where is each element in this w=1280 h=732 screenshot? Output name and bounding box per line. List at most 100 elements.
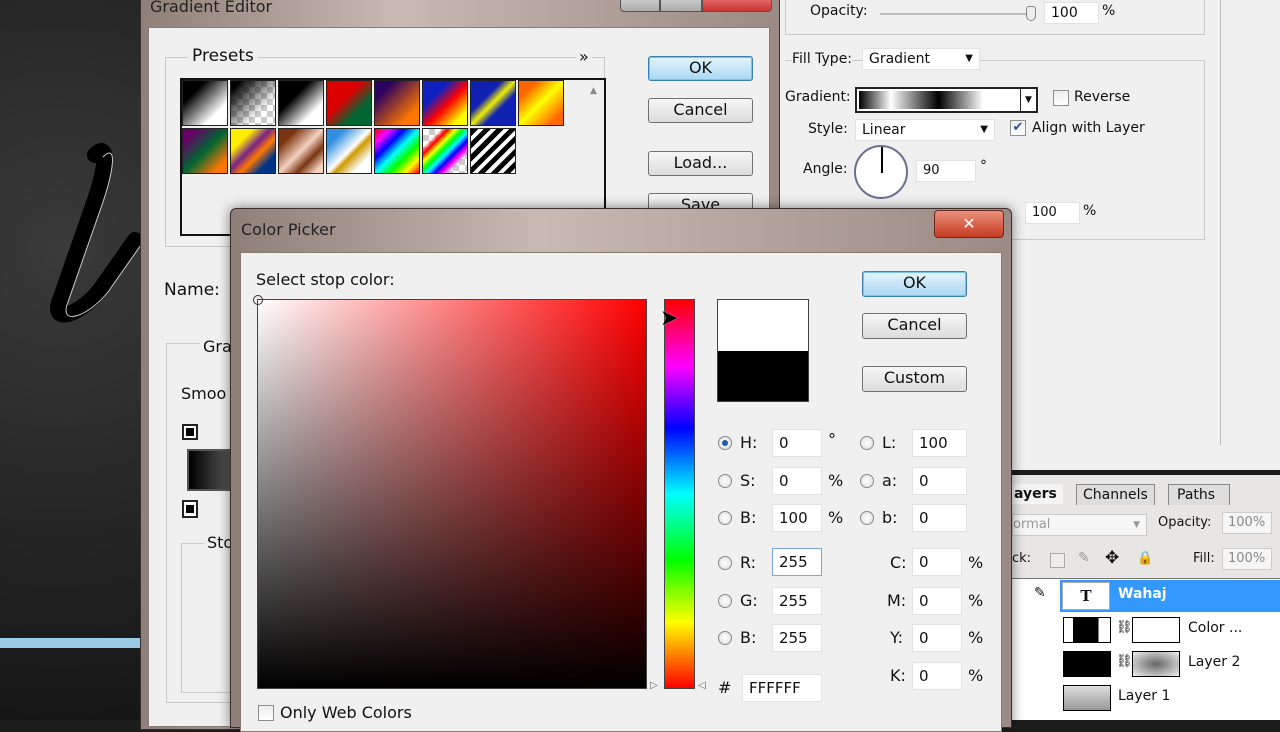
minimize-button[interactable] (620, 0, 660, 12)
preset-swatch[interactable] (230, 80, 276, 126)
reverse-checkbox[interactable] (1053, 90, 1069, 106)
g-input[interactable]: 255 (772, 587, 822, 615)
color-picker-cancel-button[interactable]: Cancel (862, 313, 967, 339)
maximize-button[interactable] (660, 0, 702, 12)
s-unit: % (828, 471, 844, 490)
preset-swatch[interactable] (470, 80, 516, 126)
radio-l[interactable] (860, 436, 874, 450)
hue-slider-right-arrow[interactable]: ◁ (698, 680, 706, 691)
m-input[interactable]: 0 (912, 587, 962, 615)
gradient-ok-button[interactable]: OK (648, 56, 753, 81)
s-input[interactable]: 0 (772, 467, 822, 495)
k-input[interactable]: 0 (912, 662, 962, 690)
scale-input[interactable]: 100 (1025, 202, 1080, 224)
only-web-colors-checkbox[interactable] (258, 705, 274, 721)
radio-brightness[interactable] (718, 511, 732, 525)
preset-swatch[interactable] (278, 80, 324, 126)
fill-type-dropdown[interactable]: Gradient ▼ (862, 48, 980, 70)
presets-menu-icon[interactable]: » (576, 47, 592, 66)
current-color-preview[interactable] (717, 351, 809, 402)
radio-h[interactable] (718, 436, 732, 450)
preset-swatch[interactable] (182, 80, 228, 126)
lock-label: ck: (1012, 551, 1032, 566)
slider-thumb[interactable] (1026, 6, 1036, 21)
tab-paths[interactable]: Paths (1168, 484, 1231, 505)
preset-swatch[interactable] (278, 128, 324, 174)
hue-slider-left-arrow[interactable]: ▷ (650, 680, 658, 691)
layer-row-layer-2[interactable]: ⛓ Layer 2 (1060, 648, 1280, 680)
y-input[interactable]: 0 (912, 624, 962, 652)
lab-b-input[interactable]: 0 (912, 504, 967, 532)
align-with-layer-label: Align with Layer (1032, 120, 1145, 136)
preset-swatch[interactable] (326, 80, 372, 126)
lock-all-icon[interactable]: 🔒 (1137, 551, 1153, 566)
preset-swatch[interactable] (182, 128, 228, 174)
radio-r[interactable] (718, 556, 732, 570)
blend-mode-dropdown[interactable]: ormal ▼ (1012, 514, 1147, 536)
scroll-up-icon[interactable]: ▲ (590, 86, 597, 96)
color-field[interactable] (253, 295, 647, 689)
gradient-preview-bar[interactable] (187, 449, 232, 491)
radio-s[interactable] (718, 474, 732, 488)
radio-g[interactable] (718, 594, 732, 608)
lock-transparent-icon[interactable] (1050, 553, 1065, 568)
brightness-label: B: (740, 508, 757, 527)
lab-b-label: b: (882, 508, 898, 527)
lock-move-icon[interactable]: ✥ (1105, 548, 1119, 568)
a-input[interactable]: 0 (912, 467, 967, 495)
color-picker-close-button[interactable]: ✕ (934, 210, 1004, 238)
opacity-stop-handle[interactable] (182, 424, 198, 440)
angle-dial[interactable] (854, 145, 908, 199)
h-input[interactable]: 0 (772, 429, 822, 457)
layer-thumbnail (1063, 651, 1111, 677)
angle-input[interactable]: 90 (916, 160, 976, 182)
align-with-layer-checkbox[interactable]: ✔ (1010, 120, 1026, 136)
h-label: H: (740, 433, 758, 452)
angle-label: Angle: (803, 161, 848, 177)
chevron-down-icon[interactable]: ▼ (1020, 89, 1036, 111)
color-picker-ok-button[interactable]: OK (862, 271, 967, 297)
hue-slider[interactable] (664, 299, 695, 689)
text-layer-icon: T (1062, 582, 1110, 610)
color-picker-custom-button[interactable]: Custom (862, 366, 967, 392)
preset-swatch[interactable] (470, 128, 516, 174)
h-unit: ° (828, 430, 836, 449)
layer-row-color-fill[interactable]: ⛓ Color ... (1060, 614, 1280, 646)
preset-swatch[interactable] (230, 128, 276, 174)
preset-swatch[interactable] (326, 128, 372, 174)
brightness-unit: % (828, 508, 844, 527)
radio-lab-b[interactable] (860, 511, 874, 525)
radio-b[interactable] (718, 631, 732, 645)
preset-swatch[interactable] (374, 128, 420, 174)
b-input[interactable]: 255 (772, 624, 822, 652)
gradient-load-button[interactable]: Load... (648, 151, 753, 176)
tab-layers[interactable]: ayers (1012, 484, 1063, 504)
brush-icon: ✎ (1034, 585, 1046, 601)
close-button[interactable] (702, 0, 772, 12)
layer-row-layer-1[interactable]: Layer 1 (1060, 682, 1280, 714)
style-dropdown[interactable]: Linear ▼ (855, 119, 995, 141)
preset-swatch[interactable] (422, 80, 468, 126)
color-stop-handle[interactable] (182, 500, 198, 518)
brightness-input[interactable]: 100 (772, 504, 822, 532)
lock-paint-icon[interactable]: ✎ (1078, 550, 1090, 566)
radio-a[interactable] (860, 474, 874, 488)
r-input[interactable]: 255 (772, 548, 822, 576)
gradient-picker[interactable]: ▼ (855, 87, 1038, 113)
g-label: G: (740, 591, 758, 610)
layers-opacity-input[interactable]: 100% (1222, 512, 1272, 534)
opacity-input[interactable]: 100 (1044, 2, 1099, 24)
l-input[interactable]: 100 (912, 429, 967, 457)
c-input[interactable]: 0 (912, 548, 962, 576)
preset-swatch[interactable] (374, 80, 420, 126)
fill-input[interactable]: 100% (1222, 548, 1272, 570)
hex-input[interactable]: FFFFFF (742, 674, 822, 702)
mouse-cursor-icon: ➤ (660, 306, 679, 331)
opacity-slider[interactable] (880, 6, 1036, 21)
gradient-cancel-button[interactable]: Cancel (648, 98, 753, 123)
preset-swatch[interactable] (518, 80, 564, 126)
layer-row-wahaj[interactable]: T Wahaj (1060, 580, 1280, 612)
angle-unit: ° (980, 158, 987, 174)
tab-channels[interactable]: Channels (1076, 484, 1155, 505)
preset-swatch[interactable] (422, 128, 468, 174)
